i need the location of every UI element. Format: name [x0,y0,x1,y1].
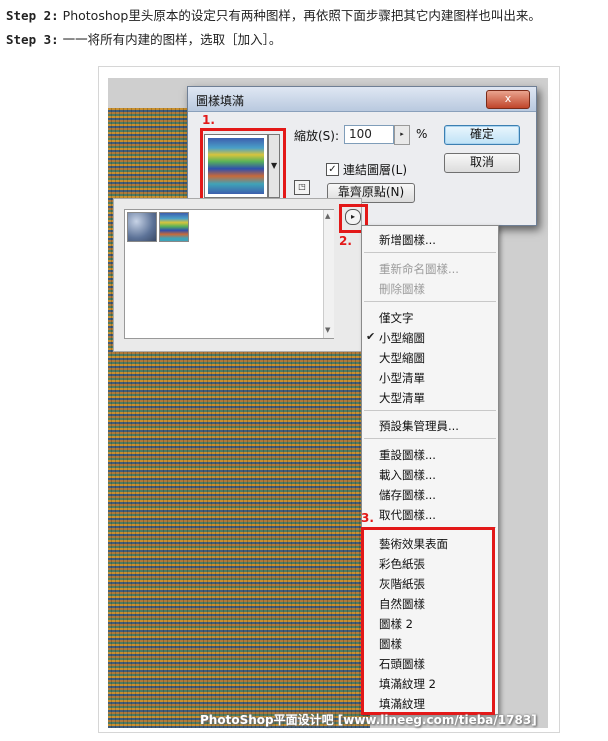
menu-separator [364,410,496,411]
close-button[interactable]: x [486,90,530,109]
watermark: PhotoShop平面设计吧 [www.lineeg.com/tieba/178… [200,713,537,727]
menu-item-text-only[interactable]: 僅文字 [379,310,414,326]
scroll-up-icon[interactable]: ▲ [325,212,330,220]
menu-separator [364,301,496,302]
pattern-list-scrollbar[interactable]: ▲ ▼ [323,210,334,338]
scale-input[interactable]: 100 [344,125,394,144]
checkmark-icon: ✔ [366,330,376,343]
menu-separator [364,438,496,439]
annotation-step-3: 3. [361,511,374,525]
menu-item-preset-manager[interactable]: 預設集管理員... [379,418,459,434]
percent-label: % [416,127,428,141]
dialog-titlebar[interactable]: 圖樣填滿 x [188,87,536,112]
menu-item-large-list[interactable]: 大型清單 [379,390,425,406]
step-label: Step 3: [6,32,59,47]
menu-item-rename-pattern: 重新命名圖樣... [379,262,459,276]
step-line: Step 3: 一一将所有内建的图样，选取［加入］。 [6,28,541,52]
step-line: Step 2: Photoshop里头原本的设定只有两种图样，再依照下面步骤把其… [6,4,541,28]
step-text: Photoshop里头原本的设定只有两种图样，再依照下面步骤把其它内建图样也叫出… [62,8,541,23]
annotation-step-1: 1. [202,113,215,127]
scroll-down-icon[interactable]: ▼ [325,326,330,334]
menu-item-replace-patterns[interactable]: 取代圖樣... [379,507,436,523]
pattern-picker-panel: ▲ ▼ [113,198,362,352]
link-layer-checkbox[interactable]: ✓ [326,163,339,176]
menu-item-new-pattern[interactable]: 新增圖樣... [379,232,436,248]
step-text: 一一将所有内建的图样，选取［加入］。 [62,32,282,47]
pattern-list: ▲ ▼ [124,209,334,339]
step-label: Step 2: [6,8,59,23]
highlight-box-3 [361,527,495,715]
link-layer-label: 連結圖層(L) [343,163,408,177]
steps-text: Step 2: Photoshop里头原本的设定只有两种图样，再依照下面步骤把其… [6,4,541,52]
menu-item-load-patterns[interactable]: 載入圖樣... [379,467,436,483]
new-preset-icon[interactable]: ◳ [294,180,310,195]
menu-item-large-thumbnail[interactable]: 大型縮圖 [379,350,425,366]
annotation-step-2: 2. [339,234,352,248]
menu-separator [364,252,496,253]
scale-stepper[interactable]: ▸ [394,125,410,145]
dialog-title: 圖樣填滿 [196,94,245,108]
ok-button[interactable]: 確定 [444,125,520,145]
cancel-button[interactable]: 取消 [444,153,520,173]
menu-item-small-list[interactable]: 小型清單 [379,370,425,386]
highlight-box-1 [200,128,286,204]
menu-item-save-patterns[interactable]: 儲存圖樣... [379,487,436,503]
menu-item-small-thumbnail[interactable]: 小型縮圖 [379,330,425,346]
scale-label: 縮放(S): [294,129,340,143]
menu-item-delete-pattern: 刪除圖樣 [379,282,425,296]
pattern-thumbnail[interactable] [159,212,189,242]
pattern-thumbnail[interactable] [127,212,157,242]
menu-item-reset-patterns[interactable]: 重設圖樣... [379,447,436,463]
